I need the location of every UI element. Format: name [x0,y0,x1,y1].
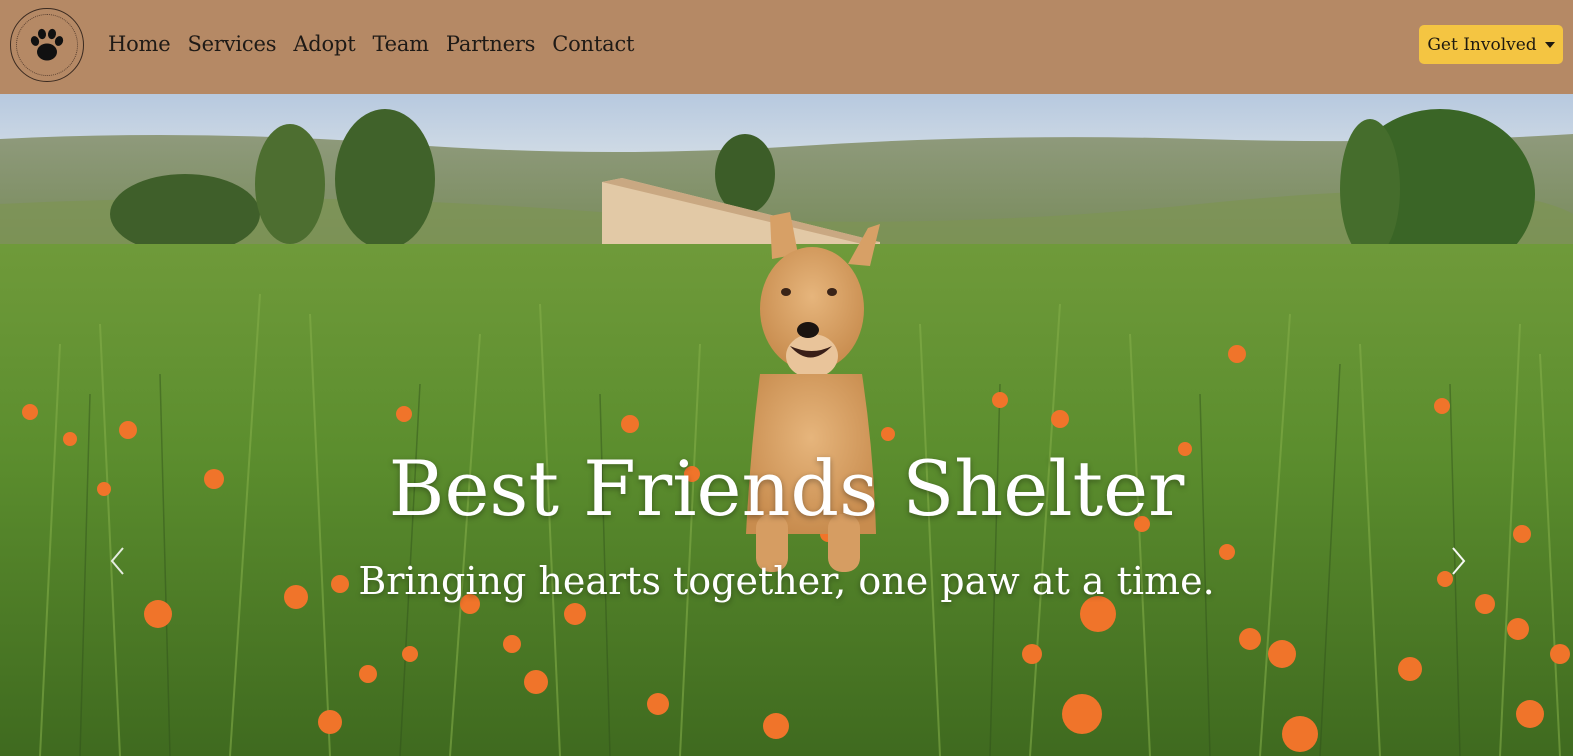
shelter-logo[interactable] [10,8,84,82]
carousel-prev-button[interactable] [103,544,133,578]
get-involved-dropdown-button[interactable]: Get Involved [1419,25,1563,64]
nav-link-services[interactable]: Services [179,32,285,56]
nav-link-contact[interactable]: Contact [544,32,643,56]
nav-link-adopt[interactable]: Adopt [285,32,364,56]
nav-link-team[interactable]: Team [364,32,437,56]
primary-nav: Home Services Adopt Team Partners Contac… [108,0,643,88]
nav-link-home[interactable]: Home [108,32,179,56]
chevron-right-icon [1452,547,1466,575]
hero-subtitle: Bringing hearts together, one paw at a t… [358,559,1215,603]
navbar: Home Services Adopt Team Partners Contac… [0,0,1573,94]
nav-link-partners[interactable]: Partners [437,32,543,56]
caret-down-icon [1544,41,1555,48]
get-involved-label: Get Involved [1427,34,1537,55]
hero-title: Best Friends Shelter [388,444,1185,533]
carousel-next-button[interactable] [1443,544,1473,578]
logo-ring [16,14,78,76]
hero-carousel: Best Friends Shelter Bringing hearts tog… [0,94,1573,756]
hero-background-image [0,94,1573,756]
chevron-left-icon [110,547,124,575]
